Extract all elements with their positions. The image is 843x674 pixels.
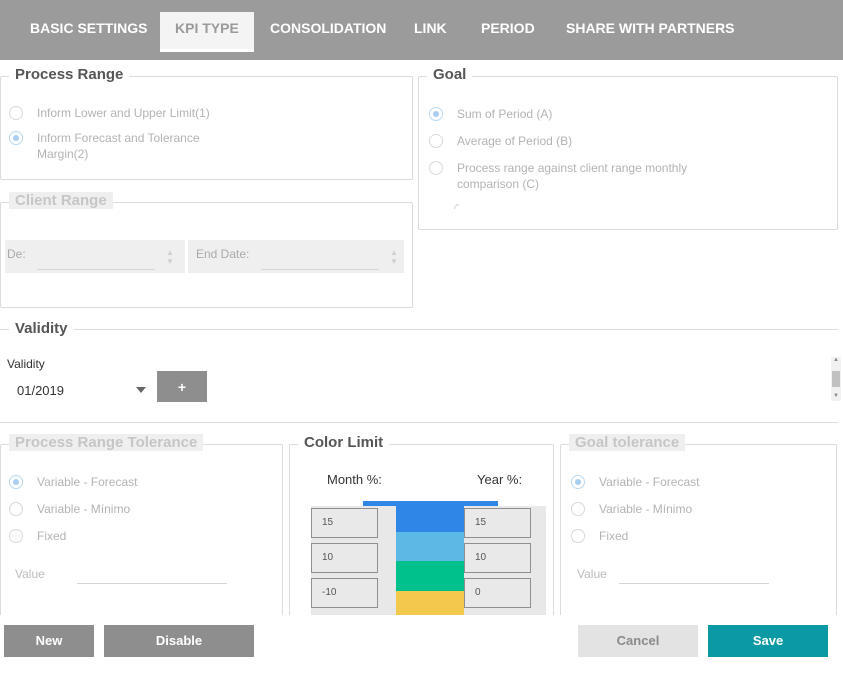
tab-bar: BASIC SETTINGS KPI TYPE CONSOLIDATION LI… bbox=[0, 0, 843, 60]
month-label: Month %: bbox=[327, 472, 382, 487]
tab-basic-settings[interactable]: BASIC SETTINGS bbox=[30, 12, 147, 52]
end-date-field[interactable]: End Date: ▲ ▼ bbox=[188, 240, 404, 273]
option-label: Sum of Period (A) bbox=[457, 107, 553, 121]
validity-field-label: Validity bbox=[7, 357, 45, 371]
end-date-underline bbox=[261, 269, 379, 270]
option-label: Inform Forecast and Tolerance Margin(2) bbox=[37, 130, 200, 162]
goal-option-c[interactable]: Process range against client range month… bbox=[429, 160, 687, 192]
month-limit-input-1[interactable]: 15 bbox=[311, 508, 378, 538]
spinner-icon[interactable]: ▲ ▼ bbox=[389, 248, 399, 268]
goal-tolerance-title: Goal tolerance bbox=[569, 434, 686, 451]
prt-option-minimo[interactable]: Variable - Mínimo bbox=[9, 501, 130, 517]
color-band-3 bbox=[396, 561, 464, 591]
gt-option-forecast[interactable]: Variable - Forecast bbox=[571, 474, 699, 490]
new-button[interactable]: New bbox=[4, 625, 94, 657]
process-range-option-2[interactable]: Inform Forecast and Tolerance Margin(2) bbox=[9, 130, 200, 162]
option-label-line1: Process range against client range month… bbox=[457, 161, 688, 175]
radio-icon[interactable] bbox=[429, 134, 443, 148]
radio-icon[interactable] bbox=[9, 502, 23, 516]
option-label: Variable - Forecast bbox=[37, 475, 138, 489]
end-date-label: End Date: bbox=[196, 247, 250, 261]
process-range-option-1[interactable]: Inform Lower and Upper Limit(1) bbox=[9, 105, 210, 121]
month-limit-input-2[interactable]: 10 bbox=[311, 543, 378, 573]
radio-icon[interactable] bbox=[571, 502, 585, 516]
option-label: Fixed bbox=[37, 529, 67, 543]
validity-select[interactable]: 01/2019 bbox=[17, 383, 64, 398]
option-label: Process range against client range month… bbox=[457, 160, 687, 192]
tab-link[interactable]: LINK bbox=[414, 12, 447, 52]
option-label-line2: Margin(2) bbox=[37, 147, 89, 161]
prt-value-input[interactable] bbox=[77, 583, 227, 584]
client-range-title: Client Range bbox=[9, 192, 113, 209]
color-band-4 bbox=[396, 591, 464, 616]
tab-consolidation[interactable]: CONSOLIDATION bbox=[270, 12, 386, 52]
year-limit-input-3[interactable]: 0 bbox=[464, 578, 531, 608]
option-label: Average of Period (B) bbox=[457, 134, 573, 148]
radio-checked-icon[interactable] bbox=[9, 475, 23, 489]
prt-option-forecast[interactable]: Variable - Forecast bbox=[9, 474, 137, 490]
color-limit-title: Color Limit bbox=[298, 434, 390, 451]
prt-option-fixed[interactable]: Fixed bbox=[9, 528, 66, 544]
goal-option-a[interactable]: Sum of Period (A) bbox=[429, 106, 552, 122]
partial-radio-icon bbox=[454, 204, 459, 209]
year-label: Year %: bbox=[477, 472, 523, 487]
process-range-fieldset: Process Range bbox=[0, 66, 413, 180]
option-label: Variable - Mínimo bbox=[599, 502, 693, 516]
scroll-down-icon[interactable]: ▼ bbox=[833, 393, 839, 399]
gt-option-minimo[interactable]: Variable - Mínimo bbox=[571, 501, 692, 517]
radio-icon[interactable] bbox=[9, 106, 23, 120]
goal-fieldset: Goal bbox=[418, 66, 838, 230]
radio-icon[interactable] bbox=[429, 161, 443, 175]
start-date-field[interactable]: De: ▲ ▼ bbox=[5, 240, 185, 273]
month-limit-input-3[interactable]: -10 bbox=[311, 578, 378, 608]
process-range-tolerance-title: Process Range Tolerance bbox=[9, 434, 204, 451]
radio-icon[interactable] bbox=[571, 529, 585, 543]
option-label: Fixed bbox=[599, 529, 629, 543]
goal-option-b[interactable]: Average of Period (B) bbox=[429, 133, 572, 149]
start-date-underline bbox=[37, 269, 155, 270]
option-label-line1: Inform Forecast and Tolerance bbox=[37, 131, 200, 145]
prt-value-label: Value bbox=[15, 567, 45, 581]
goal-title: Goal bbox=[427, 66, 473, 83]
radio-checked-icon[interactable] bbox=[571, 475, 585, 489]
validity-divider bbox=[0, 329, 838, 330]
year-limit-input-2[interactable]: 10 bbox=[464, 543, 531, 573]
chevron-down-icon[interactable] bbox=[136, 387, 146, 393]
option-label: Variable - Mínimo bbox=[37, 502, 131, 516]
gt-value-input[interactable] bbox=[619, 583, 769, 584]
year-limit-input-1[interactable]: 15 bbox=[464, 508, 531, 538]
radio-icon[interactable] bbox=[9, 529, 23, 543]
gt-option-fixed[interactable]: Fixed bbox=[571, 528, 628, 544]
start-date-label: De: bbox=[7, 247, 26, 261]
scroll-thumb[interactable] bbox=[832, 371, 840, 387]
validity-title: Validity bbox=[9, 320, 74, 337]
cancel-button[interactable]: Cancel bbox=[578, 625, 698, 657]
option-label: Inform Lower and Upper Limit(1) bbox=[37, 106, 210, 120]
tab-share-with-partners[interactable]: SHARE WITH PARTNERS bbox=[566, 12, 735, 52]
spinner-icon[interactable]: ▲ ▼ bbox=[165, 248, 175, 268]
option-label-line2: comparison (C) bbox=[457, 177, 540, 191]
process-range-title: Process Range bbox=[9, 66, 130, 83]
radio-checked-icon[interactable] bbox=[429, 107, 443, 121]
tab-kpi-type[interactable]: KPI TYPE bbox=[160, 12, 254, 52]
scroll-up-icon[interactable]: ▲ bbox=[833, 357, 839, 363]
color-band-1 bbox=[396, 506, 464, 532]
option-label: Variable - Forecast bbox=[599, 475, 700, 489]
gt-value-label: Value bbox=[577, 567, 607, 581]
section-divider bbox=[0, 422, 838, 423]
disable-button[interactable]: Disable bbox=[104, 625, 254, 657]
tab-period[interactable]: PERIOD bbox=[481, 12, 535, 52]
radio-checked-icon[interactable] bbox=[9, 131, 23, 145]
add-validity-button[interactable]: + bbox=[157, 371, 207, 402]
validity-scrollbar[interactable]: ▲ ▼ bbox=[831, 357, 841, 401]
save-button[interactable]: Save bbox=[708, 625, 828, 657]
color-band-2 bbox=[396, 532, 464, 561]
